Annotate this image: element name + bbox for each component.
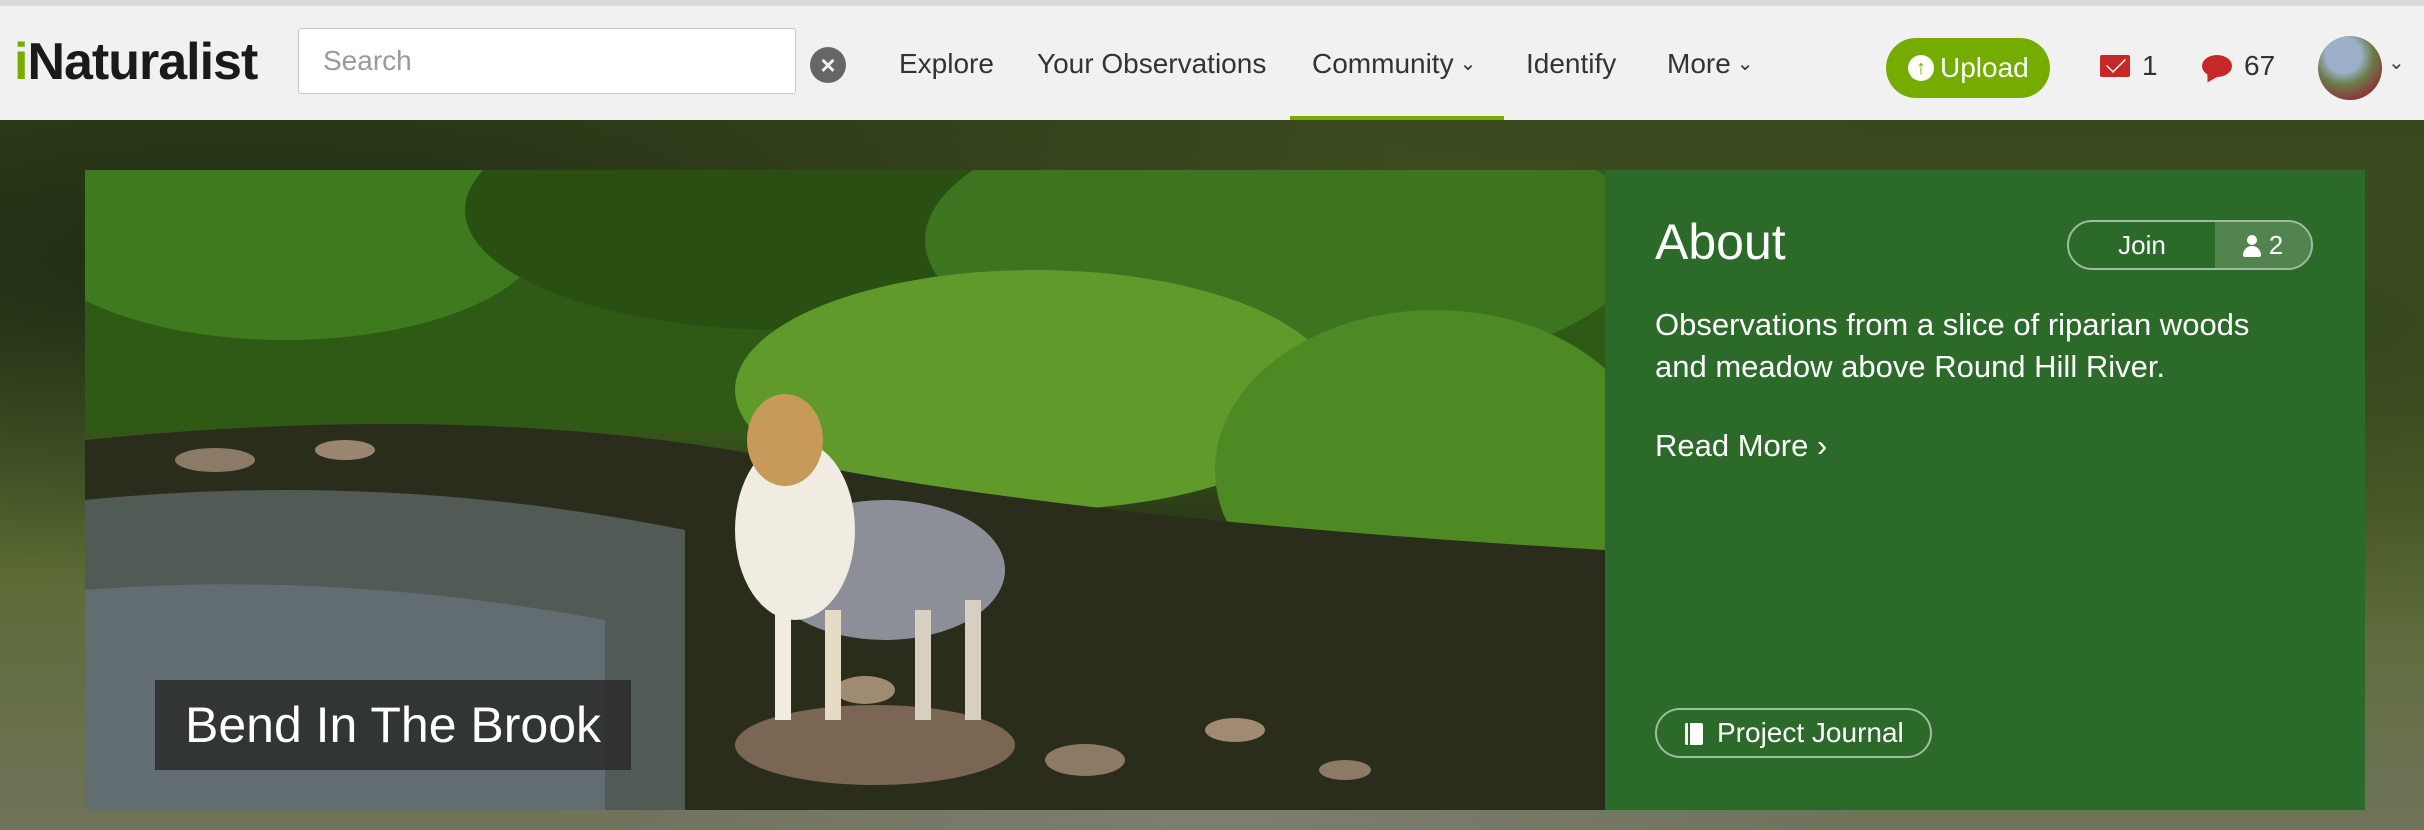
members-count-button[interactable]: 2 <box>2215 222 2311 268</box>
envelope-icon <box>2100 55 2130 77</box>
about-panel: About Join 2 Observations from a slice o… <box>1605 170 2365 810</box>
user-icon <box>2242 235 2261 257</box>
search-input[interactable] <box>299 29 795 93</box>
upload-button[interactable]: ↑ Upload <box>1886 38 2050 98</box>
messages-count: 1 <box>2142 50 2158 81</box>
top-navbar: iNaturalist × Explore Your Observations … <box>0 0 2424 122</box>
chevron-down-icon: ⌄ <box>1459 53 1477 75</box>
about-heading: About <box>1655 214 1786 270</box>
notifications-button[interactable]: 67 <box>2202 44 2275 88</box>
chevron-down-icon[interactable]: ⌄ <box>2388 50 2405 75</box>
nav-identify[interactable]: Identify <box>1526 42 1616 86</box>
search-box <box>298 28 796 94</box>
project-journal-button[interactable]: Project Journal <box>1655 708 1932 758</box>
nav-your-observations[interactable]: Your Observations <box>1037 42 1266 86</box>
inaturalist-logo[interactable]: iNaturalist <box>14 32 258 92</box>
project-title: Bend In The Brook <box>155 680 632 770</box>
read-more-link[interactable]: Read More › <box>1655 424 1827 468</box>
nav-community[interactable]: Community ⌄ <box>1312 42 1476 86</box>
messages-button[interactable]: 1 <box>2100 44 2158 88</box>
clear-search-icon[interactable]: × <box>810 47 846 83</box>
notifications-count: 67 <box>2244 50 2276 81</box>
chevron-down-icon: ⌄ <box>1736 53 1754 75</box>
project-cover-photo: Bend In The Brook <box>85 170 1605 810</box>
join-button[interactable]: Join <box>2069 222 2215 268</box>
book-icon <box>1685 723 1703 745</box>
nav-more[interactable]: More ⌄ <box>1667 42 1754 86</box>
user-avatar[interactable] <box>2318 36 2382 100</box>
nav-explore[interactable]: Explore <box>899 42 994 86</box>
join-group: Join 2 <box>2067 220 2313 270</box>
speech-bubble-icon <box>2202 55 2232 77</box>
about-description: Observations from a slice of riparian wo… <box>1655 307 2250 384</box>
upload-arrow-icon: ↑ <box>1908 55 1934 81</box>
chevron-right-icon: › <box>1816 428 1828 463</box>
